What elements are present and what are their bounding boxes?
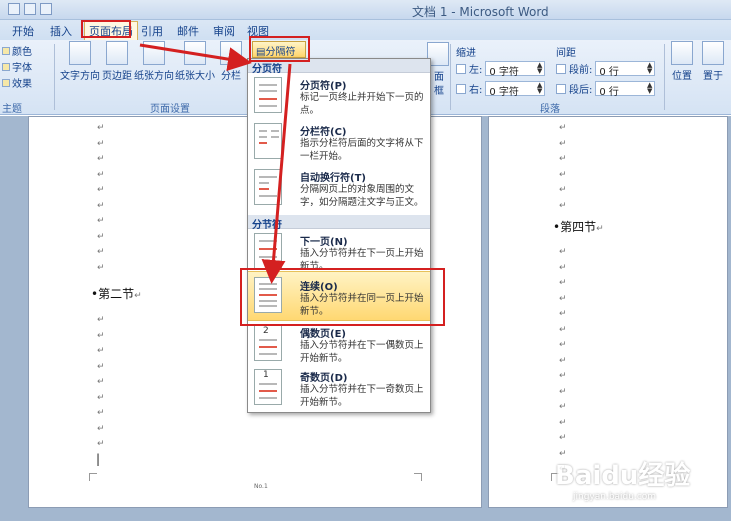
watermark-brand: Baidu经验 bbox=[555, 461, 691, 491]
baidu-watermark: Baidu经验 jingyan.baidu.com bbox=[555, 455, 690, 502]
arrow-to-continuous bbox=[261, 63, 292, 284]
annotation-arrows bbox=[139, 43, 292, 284]
watermark-url: jingyan.baidu.com bbox=[573, 492, 657, 502]
arrow-to-breaks bbox=[139, 43, 252, 71]
